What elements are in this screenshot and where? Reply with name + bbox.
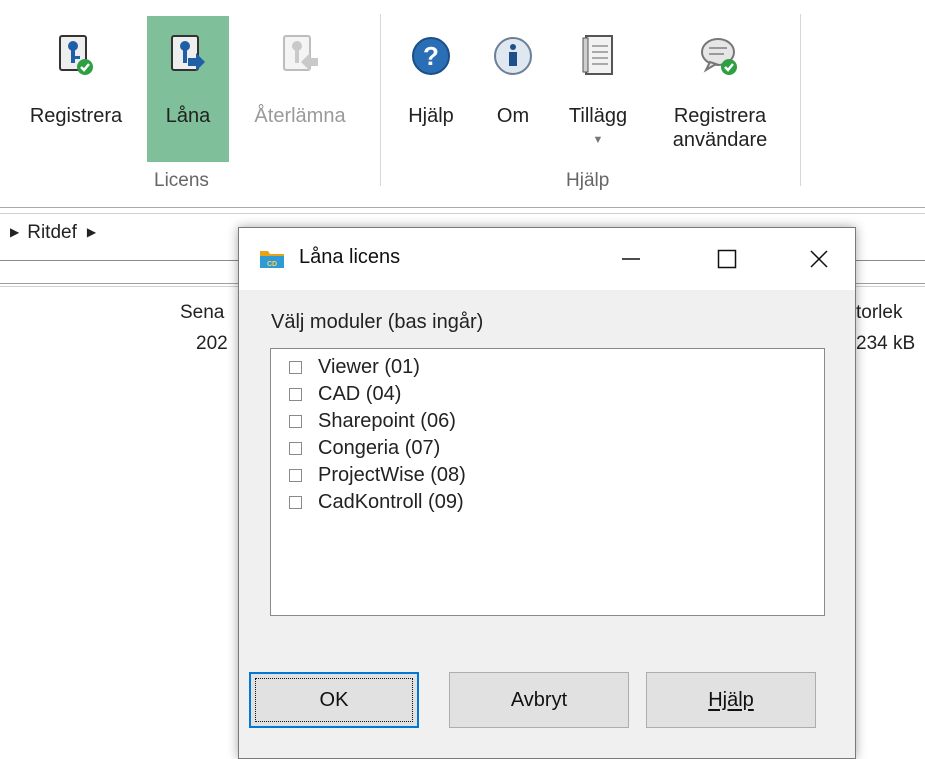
help-label: Hjälp (408, 105, 454, 127)
checkbox[interactable] (289, 415, 302, 428)
addons-button[interactable]: Tillägg ▼ (558, 16, 638, 162)
borrow-license-dialog: CD Låna licens Välj moduler (bas ingår) … (238, 227, 856, 759)
svg-text:CD: CD (267, 261, 277, 268)
focus-rectangle (255, 678, 413, 722)
ribbon-toolbar: Registrera Låna Återlämna Licens ? Hjälp (0, 0, 925, 200)
chat-check-icon (701, 38, 737, 75)
chevron-right-icon[interactable]: ▶ (87, 225, 96, 239)
maximize-icon (717, 249, 737, 269)
checkbox[interactable] (289, 469, 302, 482)
module-checkbox-sharepoint[interactable]: Sharepoint (06) (289, 408, 456, 435)
register-user-label: Registrera användare (672, 105, 768, 151)
checkbox[interactable] (289, 361, 302, 374)
module-checkbox-viewer[interactable]: Viewer (01) (289, 354, 420, 381)
maximize-button[interactable] (707, 242, 747, 276)
dialog-titlebar[interactable]: CD Låna licens (239, 228, 855, 290)
checkbox[interactable] (289, 496, 302, 509)
licens-group-label: Licens (154, 170, 209, 191)
ribbon-border (0, 213, 925, 214)
close-button[interactable] (799, 242, 839, 276)
modules-checklist[interactable]: Viewer (01) CAD (04) Sharepoint (06) Con… (270, 348, 825, 616)
ribbon-group-separator (800, 14, 801, 186)
table-cell-date: 202 (196, 333, 228, 354)
register-user-button[interactable]: Registrera användare (660, 16, 780, 162)
ok-button[interactable]: OK (249, 672, 419, 728)
ribbon-group-separator (380, 14, 381, 186)
register-license-icon (59, 35, 93, 75)
return-license-icon (283, 35, 318, 71)
column-header-senast[interactable]: Sena (180, 302, 224, 324)
cancel-button[interactable]: Avbryt (449, 672, 629, 728)
help-question-icon: ? (412, 37, 450, 75)
breadcrumb-item[interactable]: Ritdef (27, 222, 77, 243)
folder-cd-icon: CD (260, 251, 284, 268)
info-icon (494, 37, 532, 75)
close-icon (810, 250, 828, 268)
dialog-title: Låna licens (299, 246, 401, 268)
dialog-help-button[interactable]: Hjälp (646, 672, 816, 728)
chevron-right-icon: ▶ (10, 225, 20, 239)
register-license-label: Registrera (29, 105, 123, 127)
ribbon-border (0, 207, 925, 208)
modules-prompt: Välj moduler (bas ingår) (271, 311, 484, 333)
register-license-button[interactable]: Registrera (16, 16, 136, 162)
module-checkbox-cad[interactable]: CAD (04) (289, 381, 401, 408)
checkbox[interactable] (289, 388, 302, 401)
borrow-license-button[interactable]: Låna (147, 16, 229, 162)
return-license-button[interactable]: Återlämna (240, 16, 360, 162)
module-checkbox-congeria[interactable]: Congeria (07) (289, 435, 440, 462)
module-checkbox-cadkontroll[interactable]: CadKontroll (09) (289, 489, 464, 516)
borrow-license-label: Låna (165, 105, 211, 127)
addons-label: Tillägg (568, 105, 628, 127)
hjalp-group-label: Hjälp (566, 170, 610, 191)
minimize-icon (622, 258, 640, 260)
column-header-storlek[interactable]: torlek (856, 302, 902, 324)
table-cell-size: 234 kB (856, 333, 916, 354)
checkbox[interactable] (289, 442, 302, 455)
minimize-button[interactable] (611, 242, 651, 276)
borrow-license-icon (171, 35, 205, 71)
about-button[interactable]: Om (478, 16, 548, 162)
module-checkbox-projectwise[interactable]: ProjectWise (08) (289, 462, 466, 489)
breadcrumb[interactable]: ▶ Ritdef ▶ (8, 222, 104, 244)
chevron-down-icon: ▼ (592, 134, 604, 146)
notebook-icon (582, 35, 613, 75)
help-button[interactable]: ? Hjälp (396, 16, 466, 162)
about-label: Om (496, 105, 530, 127)
svg-text:?: ? (423, 41, 439, 71)
return-license-label: Återlämna (254, 105, 346, 127)
